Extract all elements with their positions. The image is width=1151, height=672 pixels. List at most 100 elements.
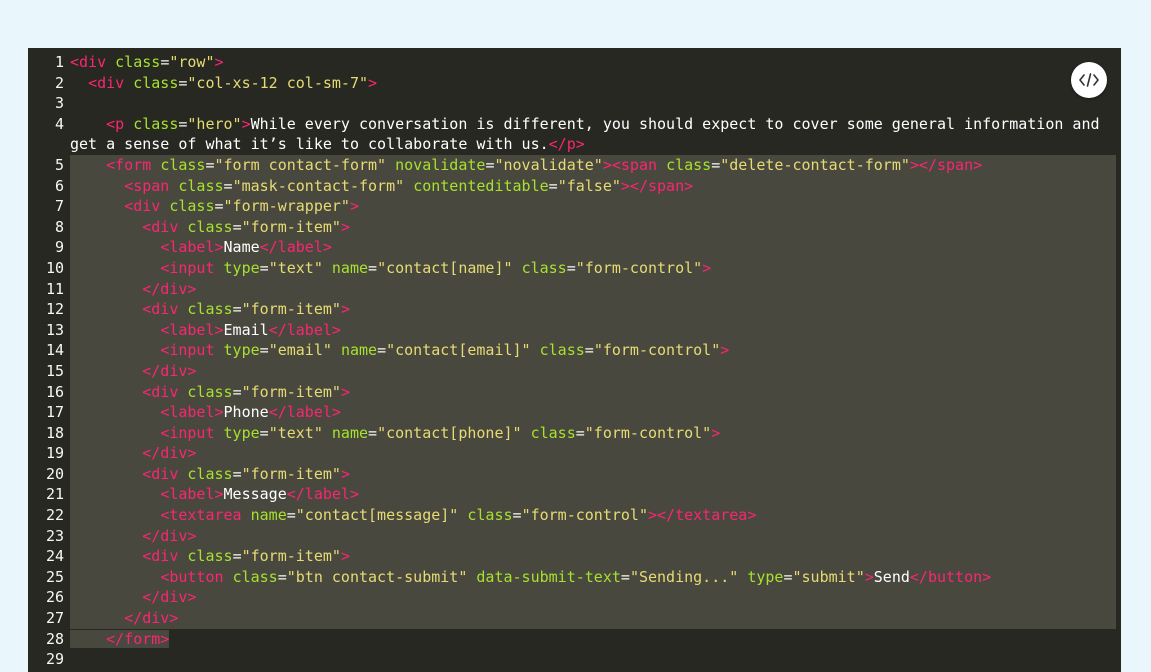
token-eq: = [232,382,242,401]
token-t [332,341,341,359]
line-number: 11 [45,279,64,298]
token-tag: </label> [259,238,332,257]
token-eq: = [259,258,269,277]
code-line: 11 </div> [28,278,1121,300]
line-code: <p class="hero">While every conversation… [70,114,1121,155]
token-str: "form-control" [521,506,648,525]
line-number: 16 [45,382,64,401]
token-str: "Sending..." [629,567,739,586]
code-line: 25 <button class="btn contact-submit" da… [28,566,1121,588]
token-str: "form-control" [593,341,721,360]
line-code: <div class="form-item"> [70,463,1116,485]
token-attr: class [133,114,179,133]
token-str: "hero" [187,114,242,133]
line-code-content: <div class="form-item"> [70,383,350,401]
token-t [124,74,133,92]
token-str: "form-item" [241,547,341,566]
token-tag: > [241,114,251,133]
line-code-content: <textarea name="contact[message]" class=… [70,506,756,524]
token-eq: = [232,300,242,319]
token-eq: = [548,176,558,195]
line-number: 13 [45,320,64,339]
line-code: <label>Phone</label> [70,402,1116,423]
token-tag: </div> [142,588,197,607]
token-tag: <div [142,300,179,319]
line-code-content: <div class="form-item"> [70,300,350,318]
line-number: 17 [45,403,64,422]
token-tag: <div [142,464,179,483]
token-attr: class [187,217,233,236]
token-str: "btn contact-submit" [286,567,468,586]
line-code: </div> [70,443,1116,464]
token-str: "novalidate" [494,155,603,174]
token-tag: </div> [142,279,197,298]
code-line: 15 </div> [28,360,1121,382]
line-code-content: <div class="form-item"> [70,465,350,483]
code-view-toggle-button[interactable] [1071,62,1107,98]
token-tag: <label> [160,320,224,339]
code-line: 21 <label>Message</label> [28,484,1121,506]
token-t [215,341,224,359]
line-number: 22 [45,506,64,525]
code-line: 4 <p class="hero">While every conversati… [28,114,1121,155]
line-code: <input type="text" name="contact[name]" … [70,257,1116,279]
token-attr: class [666,155,712,174]
token-eq: = [783,567,793,586]
line-number: 24 [45,547,64,566]
line-number: 20 [45,464,64,483]
token-eq: = [214,197,224,216]
token-tag: </label> [268,403,341,422]
line-number: 8 [54,217,64,236]
line-code: </div> [70,278,1116,300]
token-t [124,115,133,133]
line-code: <div class="form-item"> [70,546,1116,567]
token-str: "contact[message]" [295,506,459,525]
token-txt: Phone [223,403,269,422]
line-code-content: <div class="col-xs-12 col-sm-7"> [70,74,377,92]
code-line: 3 [28,93,1121,114]
token-attr: class [187,382,233,401]
token-str: "mask-contact-form" [232,176,405,195]
token-attr: class [160,155,206,174]
code-line: 27 </div> [28,608,1121,629]
token-tag: </div> [142,526,197,545]
line-code-content: <span class="mask-contact-form" contente… [70,177,693,195]
token-str: "email" [268,341,332,360]
line-code-content: </div> [70,280,196,298]
code-line: 6 <span class="mask-contact-form" conten… [28,175,1121,197]
token-t [657,156,666,174]
code-editor[interactable]: 1 <div class="row"> 2 <div class="col-xs-1… [28,48,1121,672]
token-t [323,424,332,442]
line-number: 3 [54,94,64,113]
token-attr: class [187,300,233,319]
token-attr: class [187,464,233,483]
token-attr: contenteditable [413,176,549,195]
token-eq: = [232,464,242,483]
line-code-content: <input type="text" name="contact[name]" … [70,259,711,277]
token-tag: <div [70,53,107,71]
line-code: <input type="text" name="contact[phone]"… [70,422,1116,444]
token-str: "form-item" [241,382,341,401]
line-number: 15 [45,361,64,380]
token-tag: </label> [268,320,341,339]
token-tag: <div [142,547,179,566]
line-code: <div class="form-item"> [70,299,1116,320]
code-line: 28 </form> [28,629,1121,650]
line-code: <div class="form-wrapper"> [70,196,1116,217]
code-line: 18 <input type="text" name="contact[phon… [28,422,1121,444]
line-code: </div> [70,360,1116,382]
token-eq: = [232,217,242,236]
line-code-content: </div> [70,609,178,627]
token-txt: Email [223,320,269,339]
token-attr: name [340,341,378,360]
token-str: "form-wrapper" [223,197,350,216]
